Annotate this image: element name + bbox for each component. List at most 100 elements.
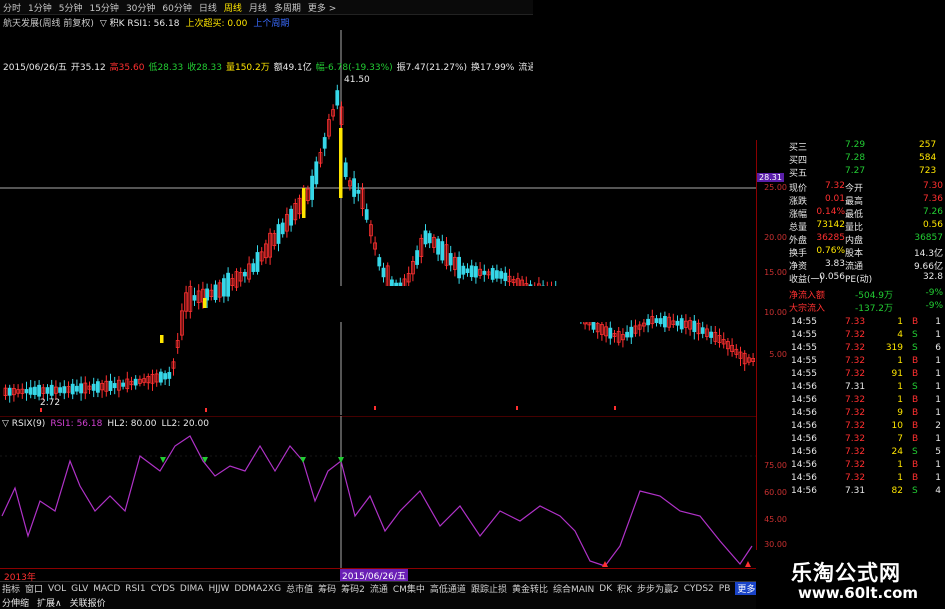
tick-price: 7.32 xyxy=(845,369,866,379)
candle-body xyxy=(377,257,382,267)
candle-body xyxy=(121,382,125,387)
candle-body xyxy=(7,387,12,396)
rsi-buy-marker xyxy=(745,561,751,567)
rsi-axis-label: 60.00 xyxy=(764,488,787,497)
indicator-tab[interactable]: CYDS xyxy=(151,584,175,594)
tick-time: 14:56 xyxy=(791,421,817,431)
high-price-label: 41.50 xyxy=(344,75,370,85)
tick-row: 14:56 7.31 1 S 1 xyxy=(789,382,945,396)
flow-pct: -9% xyxy=(925,301,943,311)
period-tab[interactable]: 30分钟 xyxy=(126,1,155,14)
bid-price: 7.27 xyxy=(845,166,866,176)
candle-body xyxy=(343,162,348,177)
candle-body xyxy=(482,270,487,275)
indicator-tab[interactable]: DIMA xyxy=(180,584,204,594)
rsi-name[interactable]: ▽ RSIX(9) xyxy=(2,419,45,429)
period-tab[interactable]: 15分钟 xyxy=(89,1,118,14)
indicator-tab[interactable]: CM集中 xyxy=(393,582,425,595)
rsi-value: RSI1: 56.18 xyxy=(50,419,103,429)
indicator-tab[interactable]: 步步为赢2 xyxy=(637,582,679,595)
stat-row: 外盘 36285 内盘 36857 xyxy=(789,233,945,247)
indicator-tab[interactable]: 黄金转比 xyxy=(512,582,548,595)
tick-time: 14:56 xyxy=(791,434,817,444)
tick-count: 1 xyxy=(935,473,941,483)
indicator-tab[interactable]: 积K xyxy=(617,582,632,595)
tick-count: 1 xyxy=(935,408,941,418)
rsi-hl2: HL2: 80.00 xyxy=(107,419,157,429)
candle-body xyxy=(608,327,613,339)
period-tab[interactable]: 月线 xyxy=(249,1,267,14)
indicator-tab[interactable]: 流通 xyxy=(370,582,388,595)
candle-body xyxy=(96,381,100,393)
bid-price: 7.29 xyxy=(845,140,866,150)
tick-time: 14:56 xyxy=(791,460,817,470)
candle-body xyxy=(469,265,474,278)
indicator-tab[interactable]: RSI1 xyxy=(125,584,145,594)
tick-row: 14:56 7.31 82 S 4 xyxy=(789,486,945,500)
indicator-tab[interactable]: 跟踪止损 xyxy=(471,582,507,595)
candle-body xyxy=(163,373,168,380)
stat-value: 7.32 xyxy=(824,181,845,191)
stat-row: 涨跌 0.01 最高 7.36 xyxy=(789,194,945,208)
indicator-tab[interactable]: VOL xyxy=(48,584,66,594)
stat-value: 14.3亿 xyxy=(913,249,943,259)
highlight-candle xyxy=(160,335,164,343)
indicator-tab[interactable]: CYDS2 xyxy=(684,584,714,594)
indicator-tab[interactable]: DDMA2XG xyxy=(234,584,281,594)
indicator-tab[interactable]: PB xyxy=(719,584,731,594)
tick-side: B xyxy=(912,356,919,366)
tick-time: 14:56 xyxy=(791,408,817,418)
indicator-tab[interactable]: GLV xyxy=(71,584,88,594)
candle-body xyxy=(242,271,247,277)
tick-time: 14:56 xyxy=(791,447,817,457)
indicator-tab[interactable]: 窗口 xyxy=(25,582,43,595)
indicator-tab[interactable]: 筹码2 xyxy=(341,582,365,595)
bottom-tool[interactable]: 扩展∧ xyxy=(37,596,62,609)
period-tab[interactable]: 1分钟 xyxy=(28,1,52,14)
period-tab[interactable]: 60分钟 xyxy=(162,1,191,14)
tick-count: 4 xyxy=(935,486,941,496)
indicator-tab[interactable]: 总市值 xyxy=(286,582,313,595)
indicator-tab[interactable]: 筹码 xyxy=(318,582,336,595)
period-tab[interactable]: 周线 xyxy=(224,1,242,14)
stat-label: 流通 xyxy=(845,262,864,272)
tick-price: 7.31 xyxy=(845,486,866,496)
highlight-candle xyxy=(203,298,207,308)
candle-body xyxy=(310,175,315,200)
prev-period-button[interactable]: 上个周期 xyxy=(253,16,289,29)
period-tab[interactable]: 日线 xyxy=(199,1,217,14)
period-tab[interactable]: 分时 xyxy=(3,1,21,14)
flow-label: 净流入额 xyxy=(789,291,826,301)
indicator-tab[interactable]: 综合MAIN xyxy=(553,582,594,595)
rsi-chart[interactable] xyxy=(0,416,756,568)
candle-body xyxy=(675,320,680,326)
bottom-tool[interactable]: 关联报价 xyxy=(70,596,106,609)
volume-mark xyxy=(516,406,518,410)
stat-value: 0.01 xyxy=(824,194,845,204)
indicator-tab[interactable]: DK xyxy=(599,584,612,594)
stat-label: 总量 xyxy=(789,223,808,233)
bottom-tool[interactable]: 分伸缩 xyxy=(2,596,29,609)
price-info-item: 低28.33 xyxy=(148,63,184,73)
candle-body xyxy=(33,386,37,395)
candle-body xyxy=(499,271,504,279)
period-tab[interactable]: 更多 > xyxy=(308,1,336,14)
indicator-tab[interactable]: 高低通道 xyxy=(430,582,466,595)
tick-price: 7.32 xyxy=(845,356,866,366)
tick-volume: 82 xyxy=(891,486,903,496)
candle-body xyxy=(591,322,596,330)
indicator-tab[interactable]: HJJW xyxy=(208,584,229,594)
quote-panel: 买三 7.29 257 买四 7.28 584 买五 7.27 723 现价 7.32 今开 7.30 涨… xyxy=(789,140,945,560)
price-info-item: 2015/06/26/五 xyxy=(3,63,67,73)
indicator-tab[interactable]: 指标 xyxy=(2,582,20,595)
indicator-tab[interactable]: MACD xyxy=(93,584,120,594)
brand-url: www.60lt.com xyxy=(798,584,919,602)
candle-body xyxy=(49,384,54,396)
site-watermark: 乐淘公式网 www.60lt.com xyxy=(756,550,945,609)
tick-row: 14:56 7.32 1 B 1 xyxy=(789,473,945,487)
period-tab[interactable]: 5分钟 xyxy=(59,1,83,14)
indicator-tab[interactable]: 更多 xyxy=(735,582,758,595)
period-tab[interactable]: 多周期 xyxy=(274,1,301,14)
tick-volume: 1 xyxy=(897,356,903,366)
stat-row: 收益(一) 0.056 PE(动) 32.8 xyxy=(789,272,945,286)
